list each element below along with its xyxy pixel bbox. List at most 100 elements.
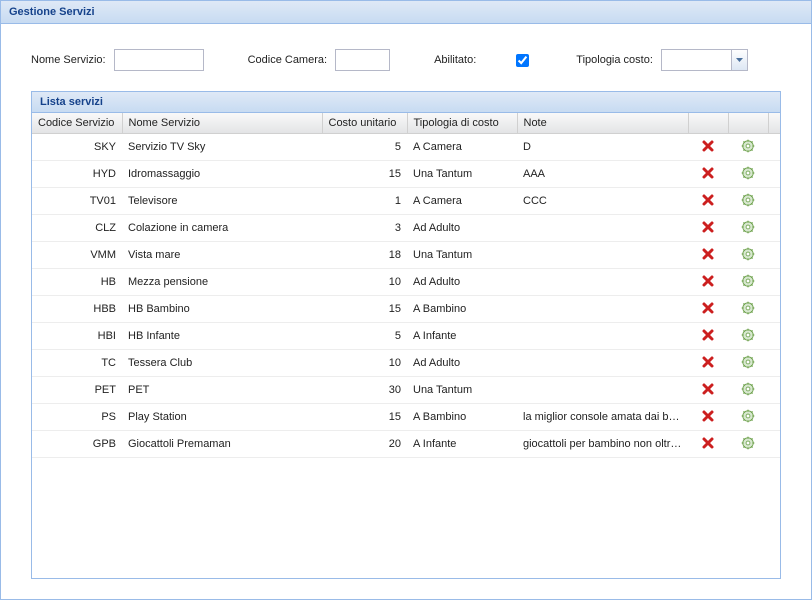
cell-code: TV01 xyxy=(32,188,122,215)
table-row[interactable]: PSPlay Station15A Bambinola miglior cons… xyxy=(32,404,780,431)
nome-servizio-input[interactable] xyxy=(114,49,204,71)
codice-camera-label: Codice Camera: xyxy=(248,54,327,66)
cell-note: CCC xyxy=(517,188,688,215)
gear-icon[interactable] xyxy=(740,381,756,397)
cell-note xyxy=(517,350,688,377)
gear-icon[interactable] xyxy=(740,300,756,316)
delete-icon[interactable] xyxy=(700,327,716,343)
gear-icon[interactable] xyxy=(740,219,756,235)
cell-note: D xyxy=(517,134,688,161)
cell-code: TC xyxy=(32,350,122,377)
cell-cost: 3 xyxy=(322,215,407,242)
cell-code: HBB xyxy=(32,296,122,323)
table-row[interactable]: SKYServizio TV Sky5A CameraD xyxy=(32,134,780,161)
col-header-name[interactable]: Nome Servizio xyxy=(122,113,322,134)
delete-icon[interactable] xyxy=(700,435,716,451)
cell-type: Una Tantum xyxy=(407,161,517,188)
cell-name: PET xyxy=(122,377,322,404)
delete-icon[interactable] xyxy=(700,354,716,370)
cell-code: PET xyxy=(32,377,122,404)
delete-icon[interactable] xyxy=(700,138,716,154)
tipologia-costo-label: Tipologia costo: xyxy=(576,54,653,66)
delete-icon[interactable] xyxy=(700,273,716,289)
table-row[interactable]: TV01Televisore1A CameraCCC xyxy=(32,188,780,215)
cell-cost: 1 xyxy=(322,188,407,215)
cell-note xyxy=(517,215,688,242)
gear-icon[interactable] xyxy=(740,192,756,208)
cell-name: Colazione in camera xyxy=(122,215,322,242)
cell-name: Play Station xyxy=(122,404,322,431)
cell-type: A Infante xyxy=(407,323,517,350)
cell-type: Ad Adulto xyxy=(407,269,517,296)
cell-name: Servizio TV Sky xyxy=(122,134,322,161)
gear-icon[interactable] xyxy=(740,354,756,370)
delete-icon[interactable] xyxy=(700,381,716,397)
cell-type: A Camera xyxy=(407,134,517,161)
table-row[interactable]: TCTessera Club10Ad Adulto xyxy=(32,350,780,377)
cell-name: Tessera Club xyxy=(122,350,322,377)
delete-icon[interactable] xyxy=(700,246,716,262)
col-header-code[interactable]: Codice Servizio xyxy=(32,113,122,134)
cell-name: Giocattoli Premaman xyxy=(122,431,322,458)
filter-bar: Nome Servizio: Codice Camera: Abilitato:… xyxy=(31,49,781,71)
panel-title: Gestione Servizi xyxy=(1,1,811,24)
cell-code: HYD xyxy=(32,161,122,188)
nome-servizio-label: Nome Servizio: xyxy=(31,54,106,66)
cell-cost: 15 xyxy=(322,296,407,323)
gear-icon[interactable] xyxy=(740,435,756,451)
delete-icon[interactable] xyxy=(700,408,716,424)
cell-name: Idromassaggio xyxy=(122,161,322,188)
delete-icon[interactable] xyxy=(700,219,716,235)
cell-type: A Bambino xyxy=(407,404,517,431)
table-row[interactable]: PETPET30Una Tantum xyxy=(32,377,780,404)
cell-cost: 15 xyxy=(322,161,407,188)
cell-cost: 18 xyxy=(322,242,407,269)
table-row[interactable]: VMMVista mare18Una Tantum xyxy=(32,242,780,269)
cell-cost: 10 xyxy=(322,269,407,296)
col-header-delete xyxy=(688,113,728,134)
col-header-cost[interactable]: Costo unitario xyxy=(322,113,407,134)
cell-code: VMM xyxy=(32,242,122,269)
abilitato-label: Abilitato: xyxy=(434,54,476,66)
cell-name: Televisore xyxy=(122,188,322,215)
cell-note xyxy=(517,269,688,296)
table-row[interactable]: GPBGiocattoli Premaman20A Infantegiocatt… xyxy=(32,431,780,458)
cell-code: SKY xyxy=(32,134,122,161)
table-row[interactable]: HYDIdromassaggio15Una TantumAAA xyxy=(32,161,780,188)
table-header-row: Codice Servizio Nome Servizio Costo unit… xyxy=(32,113,780,134)
table-row[interactable]: HBIHB Infante5A Infante xyxy=(32,323,780,350)
gear-icon[interactable] xyxy=(740,327,756,343)
cell-name: HB Bambino xyxy=(122,296,322,323)
tipologia-costo-combo[interactable] xyxy=(661,49,748,71)
table-row[interactable]: HBBHB Bambino15A Bambino xyxy=(32,296,780,323)
delete-icon[interactable] xyxy=(700,165,716,181)
cell-code: GPB xyxy=(32,431,122,458)
codice-camera-input[interactable] xyxy=(335,49,390,71)
gear-icon[interactable] xyxy=(740,408,756,424)
cell-note: la miglior console amata dai ba… xyxy=(517,404,688,431)
delete-icon[interactable] xyxy=(700,300,716,316)
table-row[interactable]: CLZColazione in camera3Ad Adulto xyxy=(32,215,780,242)
table-row[interactable]: HBMezza pensione10Ad Adulto xyxy=(32,269,780,296)
cell-note xyxy=(517,242,688,269)
cell-type: Una Tantum xyxy=(407,242,517,269)
delete-icon[interactable] xyxy=(700,192,716,208)
col-header-type[interactable]: Tipologia di costo xyxy=(407,113,517,134)
abilitato-checkbox[interactable] xyxy=(516,54,529,67)
cell-code: HBI xyxy=(32,323,122,350)
gear-icon[interactable] xyxy=(740,273,756,289)
cell-type: Ad Adulto xyxy=(407,215,517,242)
grid-empty-area xyxy=(32,458,780,578)
cell-note xyxy=(517,323,688,350)
col-header-note[interactable]: Note xyxy=(517,113,688,134)
chevron-down-icon[interactable] xyxy=(731,49,748,71)
tipologia-costo-input[interactable] xyxy=(661,49,731,71)
cell-note xyxy=(517,377,688,404)
gear-icon[interactable] xyxy=(740,165,756,181)
main-panel: Gestione Servizi Nome Servizio: Codice C… xyxy=(0,0,812,600)
cell-cost: 5 xyxy=(322,323,407,350)
gear-icon[interactable] xyxy=(740,246,756,262)
cell-note: giocattoli per bambino non oltr… xyxy=(517,431,688,458)
cell-name: Vista mare xyxy=(122,242,322,269)
gear-icon[interactable] xyxy=(740,138,756,154)
